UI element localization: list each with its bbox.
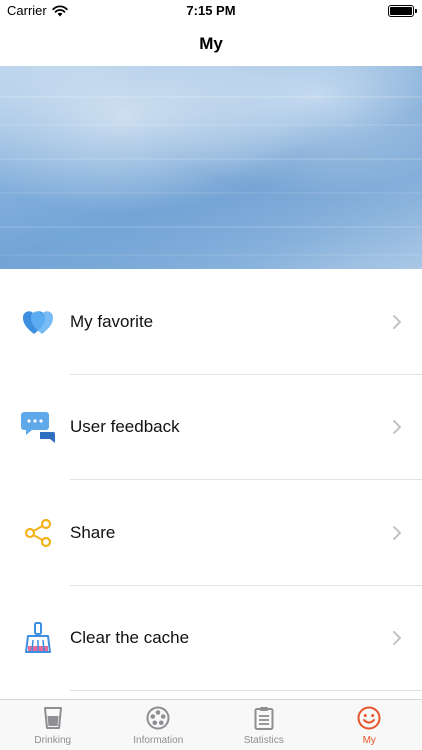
- tab-label: Information: [133, 735, 184, 746]
- menu-item-user-feedback[interactable]: User feedback: [0, 375, 422, 480]
- divider: [70, 690, 422, 691]
- smiley-icon: [356, 705, 382, 731]
- tab-information[interactable]: Information: [106, 700, 212, 750]
- menu-item-label: Clear the cache: [70, 628, 190, 648]
- tab-my[interactable]: My: [317, 700, 422, 750]
- chevron-right-icon: [393, 631, 401, 646]
- settings-menu: My favorite User feedback Share Clear th…: [0, 269, 422, 691]
- clipboard-list-icon: [251, 705, 277, 731]
- tab-label: Statistics: [243, 735, 284, 746]
- status-bar: Carrier 7:15 PM: [0, 0, 422, 22]
- tab-statistics[interactable]: Statistics: [211, 700, 317, 750]
- menu-item-label: Share: [70, 522, 116, 542]
- share-icon: [20, 515, 56, 551]
- navigation-bar: My: [0, 22, 422, 66]
- chevron-right-icon: [393, 420, 401, 435]
- tab-label: My: [362, 735, 376, 746]
- cup-icon: [40, 705, 66, 731]
- chevron-right-icon: [393, 525, 401, 540]
- menu-item-my-favorite[interactable]: My favorite: [0, 269, 422, 375]
- tab-label: Drinking: [34, 735, 72, 746]
- tab-bar: Drinking Information Statistics My: [0, 699, 422, 750]
- heart-icon: [20, 304, 56, 340]
- broom-icon: [20, 620, 56, 656]
- status-time: 7:15 PM: [186, 3, 236, 18]
- page-title: My: [199, 34, 223, 53]
- chat-bubble-icon: [20, 409, 56, 445]
- menu-item-label: My favorite: [70, 311, 154, 331]
- menu-item-clear-cache[interactable]: Clear the cache: [0, 586, 422, 691]
- film-reel-icon: [145, 705, 171, 731]
- menu-item-share[interactable]: Share: [0, 480, 422, 586]
- chevron-right-icon: [393, 314, 401, 329]
- header-image: [0, 66, 422, 269]
- battery-icon: [388, 5, 417, 17]
- menu-item-label: User feedback: [70, 417, 180, 437]
- tab-drinking[interactable]: Drinking: [0, 700, 106, 750]
